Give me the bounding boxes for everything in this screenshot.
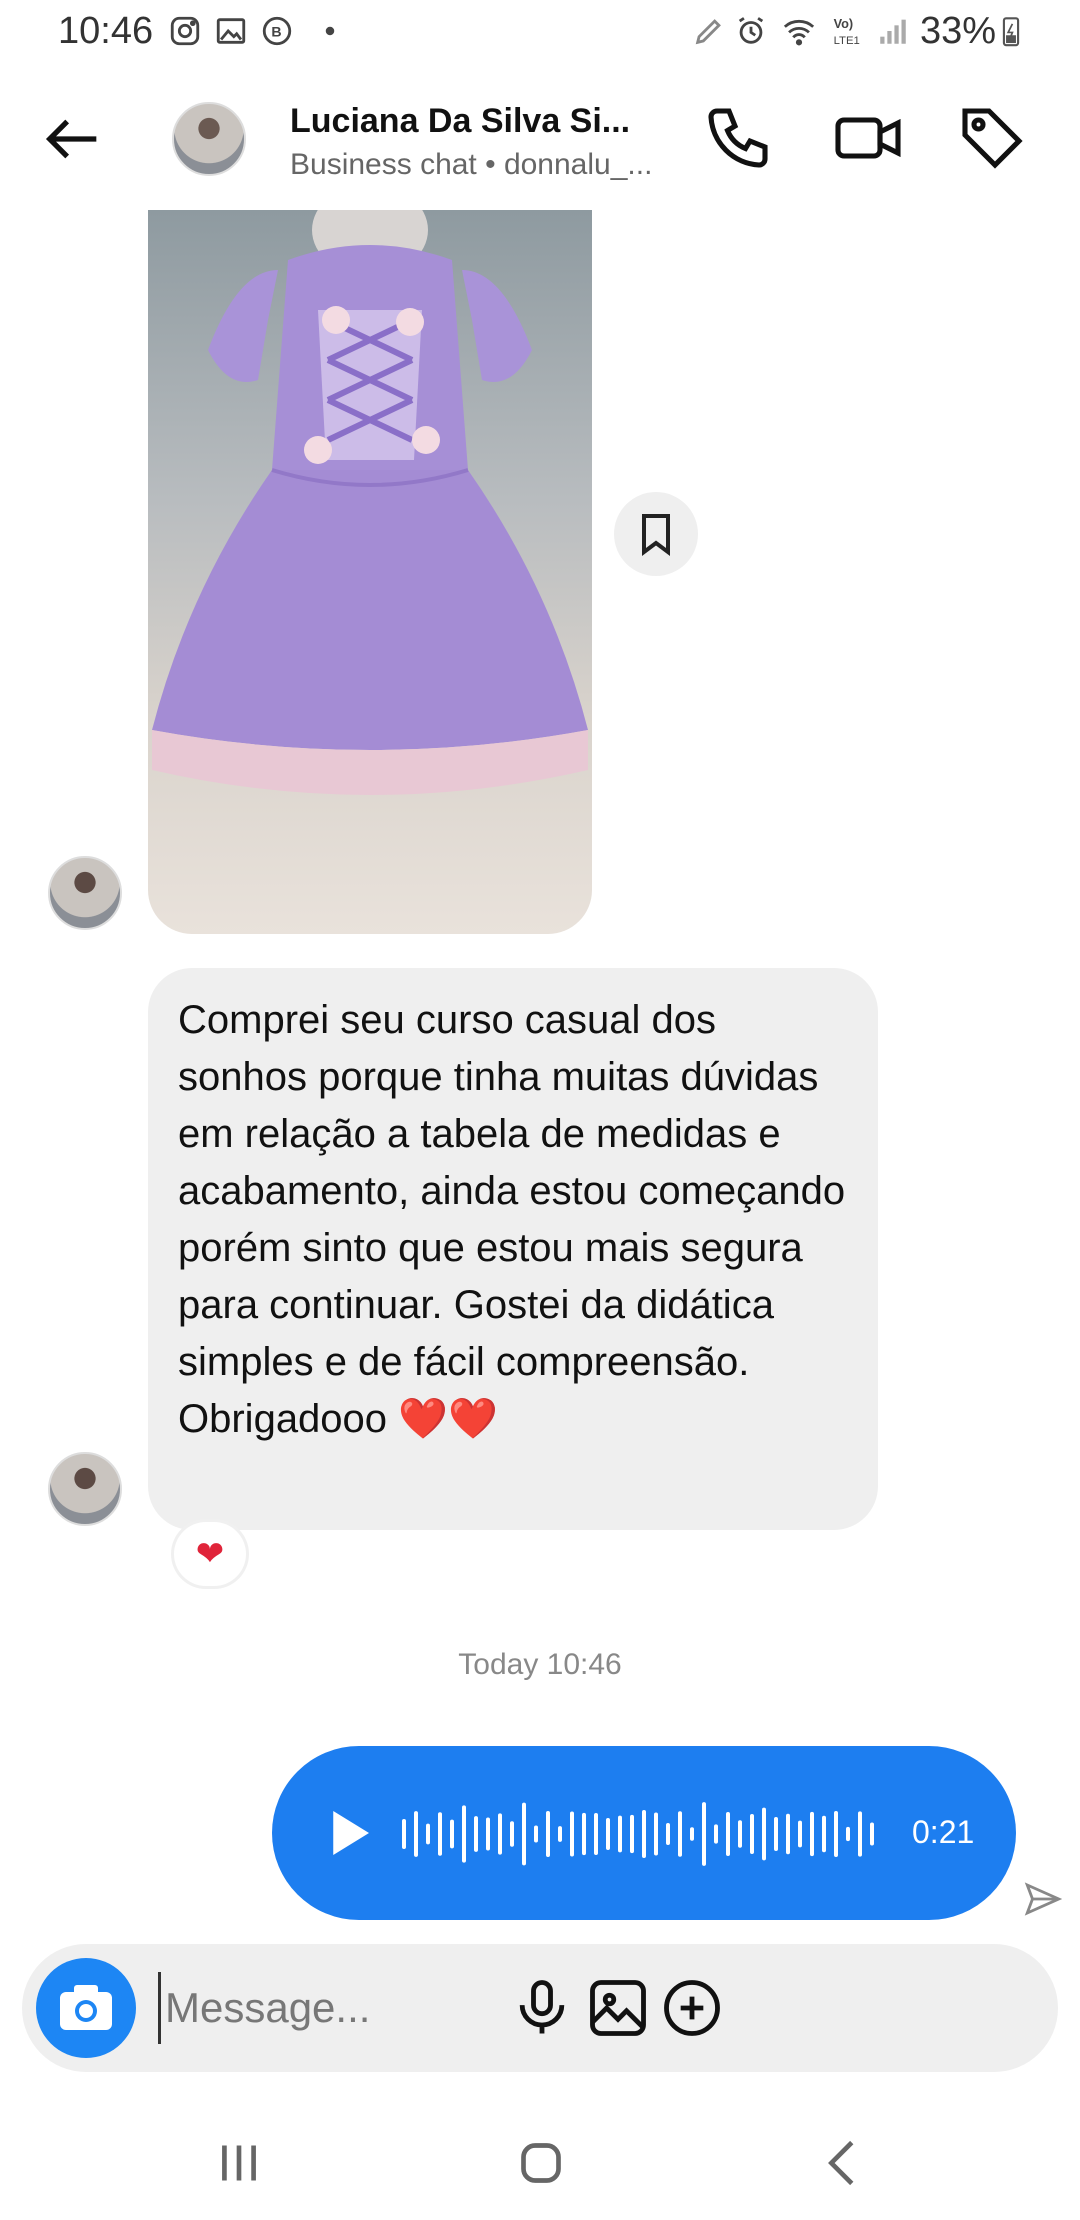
sender-avatar[interactable] — [48, 1452, 122, 1526]
waveform-bar — [510, 1821, 514, 1847]
tag-icon[interactable] — [956, 102, 1028, 174]
business-notification-icon: B — [262, 16, 292, 46]
home-icon[interactable] — [506, 2128, 576, 2198]
waveform-bar — [606, 1818, 610, 1850]
waveform-bar — [462, 1805, 466, 1863]
waveform-bar — [654, 1812, 658, 1856]
waveform-bar — [726, 1812, 730, 1856]
svg-text:LTE1: LTE1 — [834, 35, 860, 47]
camera-icon — [60, 1985, 112, 2030]
save-post-button[interactable] — [614, 492, 698, 576]
sender-avatar[interactable] — [48, 856, 122, 930]
bookmark-icon — [642, 514, 670, 556]
signal-icon — [880, 19, 906, 44]
add-circle-icon[interactable] — [658, 1974, 726, 2042]
waveform-bar — [570, 1811, 574, 1857]
contact-avatar[interactable] — [172, 102, 246, 176]
message-timestamp: Today 10:46 — [458, 1648, 622, 1681]
back-arrow-icon[interactable] — [38, 104, 108, 174]
more-notifications-dot-icon — [325, 26, 335, 36]
instagram-notification-icon — [170, 16, 200, 46]
chat-header: Luciana Da Silva Si... Business chat • d… — [0, 66, 1080, 210]
waveform-bar — [630, 1814, 634, 1854]
waveform-bar — [834, 1811, 838, 1857]
contact-subtitle[interactable]: Business chat • donnalu_... — [290, 148, 652, 182]
waveform-bar — [450, 1819, 454, 1849]
waveform-bar — [486, 1817, 490, 1851]
dress-illustration — [152, 210, 588, 795]
waveform-bar — [618, 1815, 622, 1853]
status-bar: 10:46 B Vo) LTE1 33% — [0, 0, 1080, 66]
play-icon[interactable] — [314, 1800, 380, 1866]
alarm-icon — [738, 17, 764, 44]
waveform-bar — [474, 1816, 478, 1852]
battery-percentage: 33% — [920, 10, 997, 52]
waveform-bar — [522, 1802, 526, 1866]
waveform-bar — [546, 1811, 550, 1857]
waveform-bar — [870, 1822, 874, 1846]
phone-call-icon[interactable] — [702, 102, 774, 174]
waveform-bar — [846, 1826, 850, 1842]
recent-apps-icon[interactable] — [204, 2128, 274, 2198]
waveform-bar — [714, 1824, 718, 1844]
waveform-bar — [786, 1813, 790, 1855]
system-navigation-bar — [0, 2100, 1080, 2220]
shared-post-image[interactable] — [148, 210, 592, 934]
waveform-bar — [738, 1820, 742, 1848]
svg-text:B: B — [271, 25, 281, 41]
gallery-notification-icon — [216, 18, 246, 44]
waveform-bar — [810, 1811, 814, 1857]
waveform-bar — [498, 1813, 502, 1855]
svg-text:Vo): Vo) — [834, 16, 854, 31]
received-message-bubble[interactable]: Comprei seu curso casual dos sonhos porq… — [148, 968, 878, 1530]
waveform-bar — [774, 1816, 778, 1852]
microphone-icon[interactable] — [508, 1974, 576, 2042]
waveform-bar — [690, 1827, 694, 1841]
waveform-bar — [678, 1811, 682, 1857]
waveform-bar — [594, 1813, 598, 1855]
battery-icon — [1002, 17, 1020, 47]
waveform-bar — [414, 1811, 418, 1857]
camera-button[interactable] — [36, 1958, 136, 2058]
waveform-bar — [438, 1812, 442, 1856]
back-nav-icon[interactable] — [808, 2128, 878, 2198]
waveform-bar — [642, 1810, 646, 1858]
heart-reaction[interactable]: ❤ — [174, 1522, 246, 1586]
waveform-bar — [426, 1823, 430, 1845]
waveform-bar — [798, 1820, 802, 1848]
voice-waveform — [402, 1802, 874, 1866]
send-status-icon — [1024, 1882, 1063, 1916]
sent-voice-message[interactable]: 0:21 — [272, 1746, 1016, 1920]
gallery-icon[interactable] — [584, 1974, 652, 2042]
waveform-bar — [666, 1822, 670, 1846]
voice-duration: 0:21 — [912, 1814, 975, 1850]
waveform-bar — [702, 1802, 706, 1866]
message-composer — [22, 1944, 1058, 2072]
waveform-bar — [822, 1815, 826, 1853]
waveform-bar — [858, 1811, 862, 1857]
waveform-bar — [582, 1812, 586, 1856]
waveform-bar — [558, 1826, 562, 1842]
status-time: 10:46 — [58, 10, 154, 52]
waveform-bar — [402, 1819, 406, 1849]
volte-icon: Vo) LTE1 — [834, 16, 860, 47]
contact-name[interactable]: Luciana Da Silva Si... — [290, 102, 630, 141]
wifi-icon — [783, 19, 815, 46]
waveform-bar — [534, 1825, 538, 1843]
video-call-icon[interactable] — [832, 102, 904, 174]
edit-pen-icon — [695, 19, 721, 45]
waveform-bar — [762, 1807, 766, 1861]
waveform-bar — [750, 1814, 754, 1854]
received-message-text: Comprei seu curso casual dos sonhos porq… — [178, 998, 846, 1441]
